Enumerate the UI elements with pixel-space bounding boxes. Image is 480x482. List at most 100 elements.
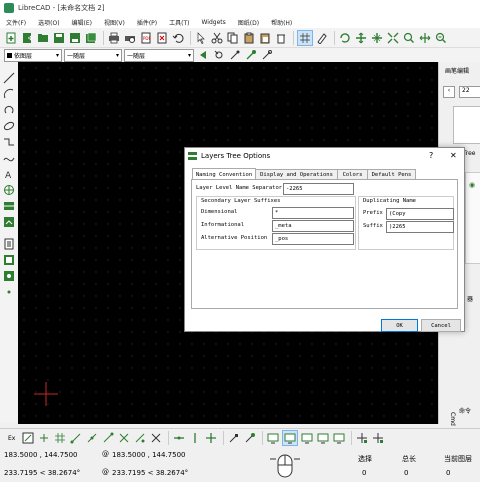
zoom-out-icon[interactable] [370, 31, 384, 45]
view-screen-5-icon[interactable] [332, 431, 346, 445]
layer-list[interactable]: ◉ [465, 172, 480, 264]
new-template-icon[interactable] [20, 31, 34, 45]
select-pointer-icon[interactable] [194, 31, 208, 45]
zoom-pan-icon[interactable] [434, 31, 448, 45]
snap-endpoint-icon[interactable] [69, 431, 83, 445]
image-tool-icon[interactable] [3, 216, 15, 228]
snap-free-icon[interactable] [37, 431, 51, 445]
delete-icon[interactable] [274, 31, 288, 45]
lock-relative-zero-icon[interactable] [243, 431, 257, 445]
menu-help[interactable]: 帮助(H) [265, 18, 298, 27]
snap-free-icon[interactable] [212, 48, 226, 62]
layer-combo[interactable]: 依图层 ▾ [4, 48, 62, 62]
arc-tool-icon[interactable] [3, 88, 15, 100]
text-tool-icon[interactable]: A [3, 168, 15, 180]
info-tool-icon[interactable] [3, 270, 15, 282]
menu-plugins[interactable]: 插件(P) [131, 18, 163, 27]
svg-text:PDF: PDF [143, 36, 151, 41]
view-screen-1-icon[interactable] [266, 431, 280, 445]
prefix-input[interactable]: (Copy [386, 208, 454, 220]
snap-endpoint-icon[interactable] [244, 48, 258, 62]
new-file-icon[interactable] [4, 31, 18, 45]
dimensional-input[interactable]: * [272, 207, 354, 219]
paste-text-icon[interactable] [258, 31, 272, 45]
eye-icon[interactable]: ◉ [469, 181, 475, 189]
ok-button[interactable]: OK [381, 319, 418, 332]
line-tool-icon[interactable] [3, 72, 15, 84]
save-icon[interactable] [52, 31, 66, 45]
status-bar: Ex 183.5000 , 144.7500 233.7195 < 38.267… [0, 428, 480, 482]
linewidth-combo[interactable]: 一随层 ▾ [124, 48, 194, 62]
modify-tool-icon[interactable] [3, 254, 15, 266]
save-all-icon[interactable] [84, 31, 98, 45]
hatch-tool-icon[interactable] [3, 200, 15, 212]
add-view-2-icon[interactable] [371, 431, 385, 445]
alternative-position-input[interactable]: _pos [272, 233, 354, 245]
draft-mode-icon[interactable] [315, 31, 329, 45]
zoom-redraw-icon[interactable] [338, 31, 352, 45]
snap-on-entity-icon[interactable] [85, 431, 99, 445]
help-icon[interactable]: ? [429, 151, 433, 160]
menu-options[interactable]: 选项(O) [32, 18, 65, 27]
paste-icon[interactable] [242, 31, 256, 45]
print-preview-icon[interactable] [123, 31, 137, 45]
spline-tool-icon[interactable] [3, 152, 15, 164]
save-as-icon[interactable] [68, 31, 82, 45]
menu-drawings[interactable]: 图纸(D) [232, 18, 265, 27]
snap-distance-icon[interactable] [133, 431, 147, 445]
block-tool-icon[interactable] [3, 238, 15, 250]
close-icon[interactable]: ✕ [450, 151, 457, 160]
cut-icon[interactable] [210, 31, 224, 45]
close-file-icon[interactable] [155, 31, 169, 45]
cancel-button[interactable]: Cancel [421, 319, 461, 332]
dimension-tool-icon[interactable] [3, 184, 15, 196]
print-icon[interactable] [107, 31, 121, 45]
menu-edit[interactable]: 编辑(E) [66, 18, 98, 27]
open-file-icon[interactable] [36, 31, 50, 45]
view-screen-4-icon[interactable] [316, 431, 330, 445]
export-pdf-icon[interactable]: PDF [139, 31, 153, 45]
restrict-horizontal-icon[interactable] [172, 431, 186, 445]
back-arrow-icon[interactable] [196, 48, 210, 62]
view-screen-2-icon[interactable] [282, 430, 299, 446]
linetype-combo[interactable]: 一随层 ▾ [64, 48, 122, 62]
zoom-previous-icon[interactable] [402, 31, 416, 45]
relative-zero-icon[interactable] [227, 431, 241, 445]
cmd-tab[interactable]: Cmd [449, 412, 456, 426]
copy-icon[interactable] [226, 31, 240, 45]
dialog-title-bar: Layers Tree Options ? ✕ [185, 148, 464, 164]
linewidth-combo-value: 一随层 [127, 52, 146, 60]
zoom-window-icon[interactable] [418, 31, 432, 45]
menu-file[interactable]: 文件(F) [0, 18, 32, 27]
menu-widgets[interactable]: Widgets [196, 19, 232, 26]
grid-toggle-icon[interactable] [297, 29, 313, 46]
informational-input[interactable]: _meta [272, 220, 354, 232]
view-screen-3-icon[interactable] [300, 431, 314, 445]
suffix-input[interactable]: )2265 [386, 221, 454, 233]
menu-tools[interactable]: 工具(T) [163, 18, 195, 27]
at-icon: @ [102, 450, 109, 458]
snap-grid-icon[interactable] [228, 48, 242, 62]
snap-intersection-icon[interactable] [149, 431, 163, 445]
snap-point-tool-icon[interactable] [3, 286, 15, 298]
snap-exclusive-icon[interactable] [21, 431, 35, 445]
snap-grid-icon[interactable] [53, 431, 67, 445]
restrict-orthogonal-icon[interactable] [204, 431, 218, 445]
restrict-vertical-icon[interactable] [188, 431, 202, 445]
snap-center-icon[interactable] [101, 431, 115, 445]
chevron-left-icon[interactable]: ‹ [443, 86, 455, 98]
zoom-in-icon[interactable] [354, 31, 368, 45]
snap-center-icon[interactable] [260, 48, 274, 62]
ellipse-tool-icon[interactable] [3, 120, 15, 132]
separator-input[interactable]: -2265 [283, 183, 354, 195]
pen-value-field[interactable]: 22 [459, 86, 480, 98]
undo-icon[interactable] [171, 31, 185, 45]
zoom-auto-icon[interactable] [386, 31, 400, 45]
coord-abs-1: 183.5000 , 144.7500 [4, 451, 78, 459]
polyline-tool-icon[interactable] [3, 136, 15, 148]
menu-view[interactable]: 视图(V) [98, 18, 131, 27]
window-title: LibreCAD - [未命名文档 2] [18, 4, 105, 12]
snap-middle-icon[interactable] [117, 431, 131, 445]
add-view-icon[interactable] [355, 431, 369, 445]
circle-tool-icon[interactable] [3, 104, 15, 116]
